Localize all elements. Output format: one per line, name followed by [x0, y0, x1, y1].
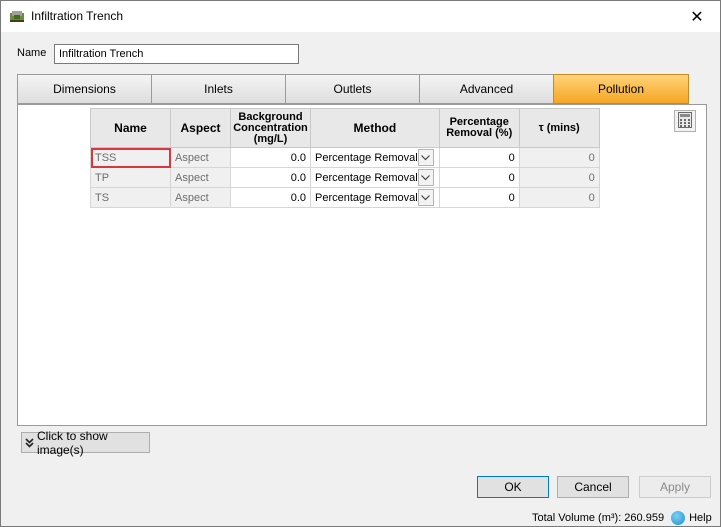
close-button[interactable]: ✕: [674, 1, 720, 32]
help-link[interactable]: Help: [689, 512, 712, 524]
method-dropdown-button[interactable]: [417, 189, 434, 206]
pollutant-name-cell[interactable]: TS: [90, 187, 171, 208]
tau-cell: 0: [518, 167, 600, 188]
removal-cell[interactable]: 0: [438, 147, 520, 168]
title-bar: Infiltration Trench ✕: [1, 1, 720, 32]
window-title: Infiltration Trench: [31, 9, 124, 23]
method-value: Percentage Removal: [315, 191, 418, 204]
background-cell[interactable]: 0.0: [230, 147, 311, 168]
cancel-button[interactable]: Cancel: [557, 476, 629, 498]
method-dropdown[interactable]: Percentage Removal: [310, 147, 440, 168]
table-row: TP Aspect 0.0 Percentage Removal 0 0: [90, 167, 600, 188]
pollutant-name-cell[interactable]: TP: [90, 167, 171, 188]
tab-advanced[interactable]: Advanced: [419, 74, 553, 104]
aspect-cell[interactable]: Aspect: [170, 187, 231, 208]
chevron-down-icon: [421, 194, 431, 200]
background-cell[interactable]: 0.0: [230, 167, 311, 188]
status-bar: Total Volume (m³): 260.959 Help: [532, 511, 712, 525]
apply-button[interactable]: Apply: [639, 476, 711, 498]
col-header-background: Background Concentration (mg/L): [230, 108, 311, 148]
tab-dimensions[interactable]: Dimensions: [17, 74, 151, 104]
ok-button[interactable]: OK: [477, 476, 549, 498]
method-value: Percentage Removal: [315, 151, 418, 164]
removal-cell[interactable]: 0: [438, 167, 520, 188]
tab-strip: Dimensions Inlets Outlets Advanced Pollu…: [17, 74, 689, 104]
close-icon: ✕: [690, 8, 704, 26]
name-input[interactable]: [54, 44, 299, 64]
col-header-aspect: Aspect: [170, 108, 231, 148]
chevron-down-icon: [421, 174, 431, 180]
help-icon[interactable]: [671, 511, 686, 525]
total-volume-text: Total Volume (m³): 260.959: [532, 512, 665, 524]
dialog-window: Infiltration Trench ✕ Name Dimensions In…: [0, 0, 721, 527]
method-dropdown-button[interactable]: [417, 149, 434, 166]
col-header-name: Name: [90, 108, 171, 148]
method-dropdown[interactable]: Percentage Removal: [310, 187, 440, 208]
show-images-button[interactable]: Click to show image(s): [21, 429, 150, 457]
aspect-cell[interactable]: Aspect: [170, 167, 231, 188]
table-row: TS Aspect 0.0 Percentage Removal 0 0: [90, 187, 600, 208]
chevron-down-icon: [421, 154, 431, 160]
table-row: TSS Aspect 0.0 Percentage Removal 0 0: [90, 147, 600, 168]
tab-pollution[interactable]: Pollution: [553, 74, 689, 104]
tau-cell: 0: [518, 147, 600, 168]
col-header-removal: Percentage Removal (%): [438, 108, 520, 148]
trench-app-icon: [9, 9, 25, 23]
method-dropdown-button[interactable]: [417, 169, 434, 186]
method-value: Percentage Removal: [315, 171, 418, 184]
background-cell[interactable]: 0.0: [230, 187, 311, 208]
calculator-button[interactable]: [674, 110, 696, 132]
double-chevron-down-icon: [25, 437, 34, 448]
name-label: Name: [17, 47, 47, 59]
tab-inlets[interactable]: Inlets: [151, 74, 285, 104]
method-dropdown[interactable]: Percentage Removal: [310, 167, 440, 188]
pollutant-name-cell[interactable]: TSS: [90, 147, 171, 168]
tab-outlets[interactable]: Outlets: [285, 74, 419, 104]
col-header-tau: τ (mins): [518, 108, 600, 148]
show-images-label: Click to show image(s): [37, 428, 108, 457]
tau-cell: 0: [518, 187, 600, 208]
pollutant-table: Name Aspect Background Concentration (mg…: [90, 108, 600, 208]
removal-cell[interactable]: 0: [438, 187, 520, 208]
aspect-cell[interactable]: Aspect: [170, 147, 231, 168]
col-header-method: Method: [310, 108, 440, 148]
calculator-icon: [678, 111, 692, 131]
